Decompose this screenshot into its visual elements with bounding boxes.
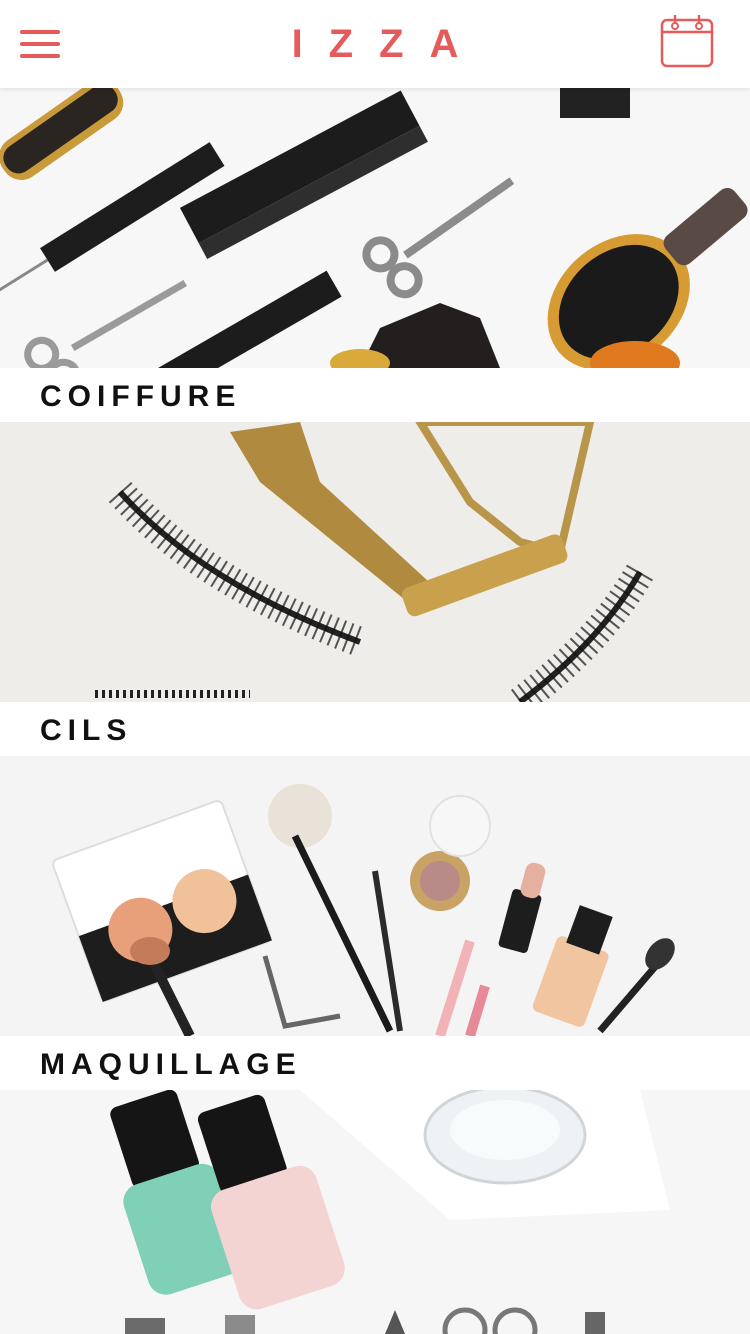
category-label: COIFFURE xyxy=(40,380,242,413)
calendar-icon[interactable] xyxy=(658,12,716,70)
category-label: MAQUILLAGE xyxy=(40,1048,302,1081)
nail-polish-photo xyxy=(0,1090,750,1334)
category-label: CILS xyxy=(40,714,133,747)
app-header: IZZA xyxy=(0,0,750,88)
eyelashes-photo xyxy=(0,422,750,702)
category-label-band: COIFFURE xyxy=(0,368,750,422)
category-label-band: MAQUILLAGE xyxy=(0,1036,750,1090)
hair-tools-photo xyxy=(0,88,750,368)
makeup-photo xyxy=(0,756,750,1036)
app-logo: IZZA xyxy=(291,22,485,66)
category-label-band: CILS xyxy=(0,702,750,756)
